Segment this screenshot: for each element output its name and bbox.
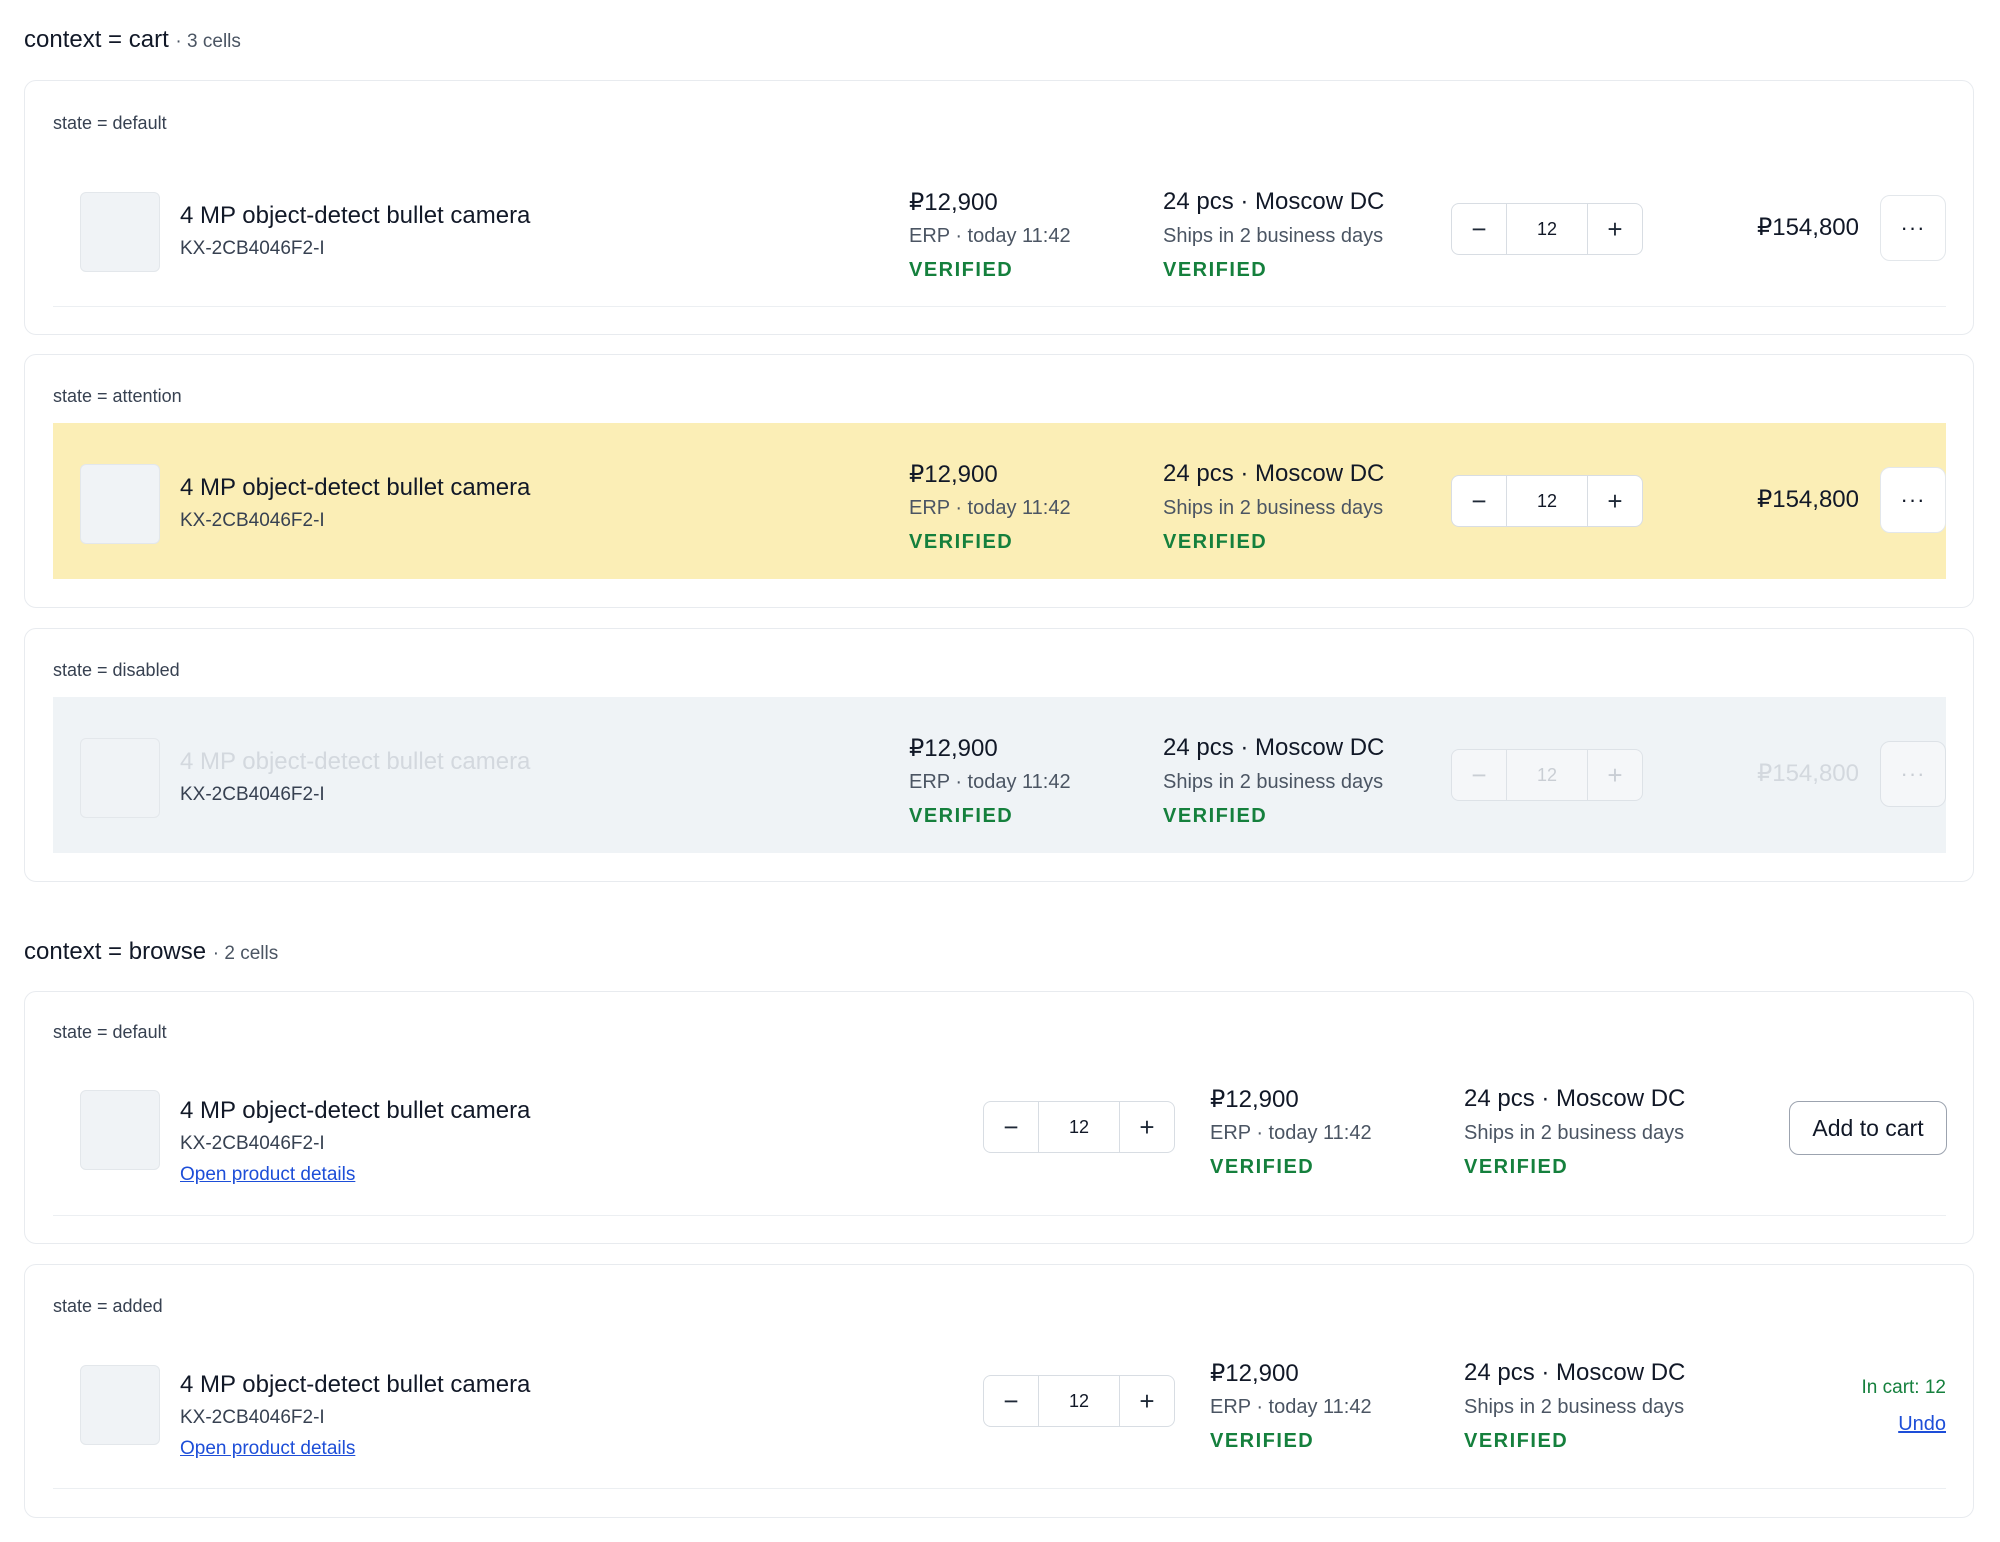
- decrement-button[interactable]: −: [984, 1376, 1038, 1426]
- unit-price: ₽12,900: [909, 189, 998, 216]
- product-name: 4 MP object-detect bullet camera: [180, 1371, 531, 1398]
- cell-browse-default: state = default 4 MP object-detect bulle…: [24, 991, 1974, 1244]
- product-details-link[interactable]: Open product details: [180, 1438, 355, 1460]
- quantity-input[interactable]: 12: [1038, 1376, 1120, 1426]
- undo-link[interactable]: Undo: [1826, 1413, 1946, 1436]
- decrement-button[interactable]: −: [1452, 476, 1506, 526]
- cell-count: · 2 cells: [212, 943, 279, 964]
- price-verified-badge: VERIFIED: [909, 259, 1014, 281]
- increment-button[interactable]: +: [1588, 476, 1642, 526]
- product-sku: KX-2CB4046F2-I: [180, 510, 325, 531]
- cart-line-item: 4 MP object-detect bullet camera KX-2CB4…: [53, 423, 1946, 579]
- shipping-estimate: Ships in 2 business days: [1464, 1396, 1685, 1418]
- product-thumbnail: [80, 1365, 160, 1445]
- shipping-estimate: Ships in 2 business days: [1163, 771, 1384, 793]
- product-thumbnail: [80, 1090, 160, 1170]
- unit-price: ₽12,900: [909, 461, 998, 488]
- product-thumbnail: [80, 738, 160, 818]
- more-actions-button: ···: [1880, 741, 1946, 807]
- product-sku: KX-2CB4046F2-I: [180, 784, 325, 805]
- browse-item: 4 MP object-detect bullet camera KX-2CB4…: [53, 1333, 1946, 1489]
- product-name: 4 MP object-detect bullet camera: [180, 1097, 531, 1124]
- unit-price: ₽12,900: [909, 735, 998, 762]
- state-label: state = default: [53, 1022, 167, 1042]
- stock-verified-badge: VERIFIED: [1464, 1156, 1569, 1178]
- state-label: state = attention: [53, 386, 182, 406]
- price-source: ERP · today 11:42: [909, 771, 1071, 793]
- quantity-stepper: − 12 +: [1451, 749, 1643, 801]
- context-title-cart: context = cart · 3 cells: [24, 26, 241, 54]
- quantity-stepper: − 12 +: [983, 1375, 1175, 1427]
- stock-verified-badge: VERIFIED: [1163, 805, 1268, 827]
- product-name: 4 MP object-detect bullet camera: [180, 202, 531, 229]
- line-total: ₽154,800: [1756, 214, 1859, 241]
- shipping-estimate: Ships in 2 business days: [1163, 497, 1384, 519]
- in-cart-status: In cart: 12: [1861, 1377, 1947, 1398]
- quantity-input[interactable]: 12: [1506, 476, 1588, 526]
- product-sku: KX-2CB4046F2-I: [180, 1407, 325, 1428]
- unit-price: ₽12,900: [1210, 1086, 1299, 1113]
- price-verified-badge: VERIFIED: [1210, 1156, 1315, 1178]
- cell-count: · 3 cells: [175, 31, 241, 52]
- more-actions-button[interactable]: ···: [1880, 195, 1946, 261]
- stock-availability: 24 pcs · Moscow DC: [1464, 1085, 1686, 1112]
- stock-availability: 24 pcs · Moscow DC: [1163, 734, 1385, 761]
- product-sku: KX-2CB4046F2-I: [180, 238, 325, 259]
- price-verified-badge: VERIFIED: [909, 531, 1014, 553]
- shipping-estimate: Ships in 2 business days: [1163, 225, 1384, 247]
- product-name: 4 MP object-detect bullet camera: [180, 474, 531, 501]
- cell-cart-attention: state = attention 4 MP object-detect bul…: [24, 354, 1974, 608]
- stock-availability: 24 pcs · Moscow DC: [1163, 188, 1385, 215]
- price-verified-badge: VERIFIED: [1210, 1430, 1315, 1452]
- price-verified-badge: VERIFIED: [909, 805, 1014, 827]
- cart-line-item: 4 MP object-detect bullet camera KX-2CB4…: [53, 697, 1946, 853]
- browse-item: 4 MP object-detect bullet camera KX-2CB4…: [53, 1060, 1947, 1216]
- cell-cart-default: state = default 4 MP object-detect bulle…: [24, 80, 1974, 335]
- decrement-button[interactable]: −: [1452, 204, 1506, 254]
- price-source: ERP · today 11:42: [909, 225, 1071, 247]
- state-label: state = added: [53, 1296, 163, 1316]
- product-name: 4 MP object-detect bullet camera: [180, 748, 531, 775]
- increment-button: +: [1607, 759, 1623, 790]
- decrement-button[interactable]: −: [984, 1102, 1038, 1152]
- unit-price: ₽12,900: [1210, 1360, 1299, 1387]
- context-label: context = browse: [24, 938, 207, 965]
- add-to-cart-button[interactable]: Add to cart: [1789, 1101, 1947, 1155]
- increment-button[interactable]: +: [1120, 1102, 1174, 1152]
- state-label: state = disabled: [53, 660, 180, 680]
- quantity-stepper: − 12 +: [983, 1101, 1175, 1153]
- stock-verified-badge: VERIFIED: [1163, 259, 1268, 281]
- quantity-input[interactable]: 12: [1038, 1102, 1120, 1152]
- stock-verified-badge: VERIFIED: [1163, 531, 1268, 553]
- product-details-link[interactable]: Open product details: [180, 1164, 355, 1186]
- price-source: ERP · today 11:42: [1210, 1122, 1372, 1144]
- quantity-stepper: − 12 +: [1451, 475, 1643, 527]
- line-total: ₽154,800: [1756, 486, 1859, 513]
- quantity-stepper: − 12 +: [1451, 203, 1643, 255]
- cell-browse-added: state = added 4 MP object-detect bullet …: [24, 1264, 1974, 1518]
- cell-cart-disabled: state = disabled 4 MP object-detect bull…: [24, 628, 1974, 882]
- line-total: ₽154,800: [1756, 760, 1859, 787]
- product-thumbnail: [80, 464, 160, 544]
- stock-verified-badge: VERIFIED: [1464, 1430, 1569, 1452]
- cart-line-item: 4 MP object-detect bullet camera KX-2CB4…: [53, 151, 1946, 307]
- decrement-button: −: [1471, 759, 1487, 790]
- context-label: context = cart: [24, 26, 169, 53]
- state-label: state = default: [53, 113, 167, 133]
- quantity-input[interactable]: 12: [1506, 204, 1588, 254]
- increment-button[interactable]: +: [1120, 1376, 1174, 1426]
- more-actions-button[interactable]: ···: [1880, 467, 1946, 533]
- quantity-input: 12: [1506, 750, 1588, 800]
- stock-availability: 24 pcs · Moscow DC: [1163, 460, 1385, 487]
- product-thumbnail: [80, 192, 160, 272]
- product-sku: KX-2CB4046F2-I: [180, 1133, 325, 1154]
- price-source: ERP · today 11:42: [1210, 1396, 1372, 1418]
- price-source: ERP · today 11:42: [909, 497, 1071, 519]
- shipping-estimate: Ships in 2 business days: [1464, 1122, 1685, 1144]
- stock-availability: 24 pcs · Moscow DC: [1464, 1359, 1686, 1386]
- increment-button[interactable]: +: [1588, 204, 1642, 254]
- context-title-browse: context = browse · 2 cells: [24, 938, 278, 966]
